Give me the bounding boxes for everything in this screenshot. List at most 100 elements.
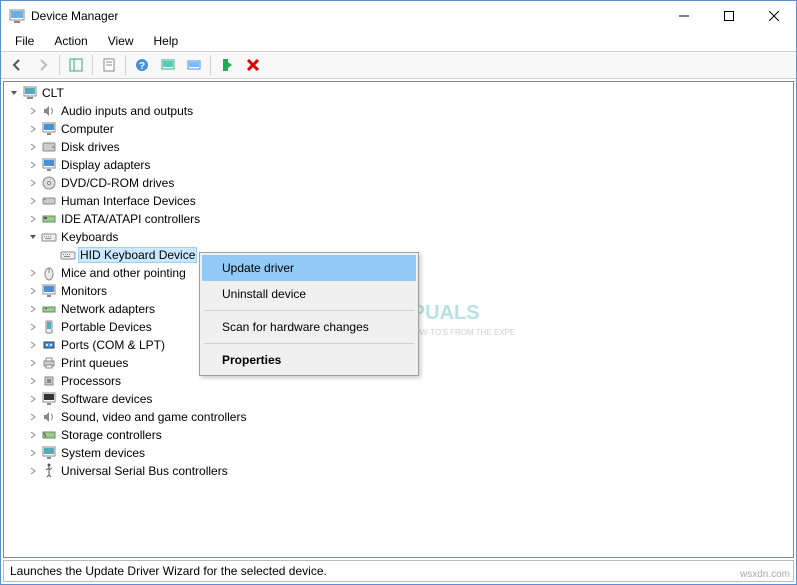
toolbar-separator <box>92 55 93 75</box>
device-category-icon <box>41 139 57 155</box>
tree-item[interactable]: DVD/CD-ROM drives <box>4 174 793 192</box>
device-category-icon <box>41 283 57 299</box>
maximize-button[interactable] <box>706 1 751 31</box>
context-menu-separator <box>204 343 414 344</box>
expand-arrow-icon[interactable] <box>27 195 39 207</box>
expand-arrow-icon[interactable] <box>46 249 58 261</box>
expand-arrow-icon[interactable] <box>27 213 39 225</box>
enable-device-button[interactable] <box>215 53 239 77</box>
ctx-uninstall-device[interactable]: Uninstall device <box>202 281 416 307</box>
toolbar: ? <box>1 51 796 79</box>
expand-arrow-icon[interactable] <box>27 177 39 189</box>
expand-arrow-icon[interactable] <box>27 159 39 171</box>
tree-item[interactable]: Computer <box>4 120 793 138</box>
tree-item[interactable]: Human Interface Devices <box>4 192 793 210</box>
expand-arrow-icon[interactable] <box>27 303 39 315</box>
tree-item-label: Sound, video and game controllers <box>61 410 246 424</box>
tree-item-label: Display adapters <box>61 158 150 172</box>
expand-arrow-icon[interactable] <box>27 231 39 243</box>
show-hide-console-tree-button[interactable] <box>64 53 88 77</box>
tree-item-label: Network adapters <box>61 302 155 316</box>
expand-arrow-icon[interactable] <box>27 411 39 423</box>
device-category-icon <box>60 247 76 263</box>
expand-arrow-icon[interactable] <box>27 141 39 153</box>
ctx-scan-hardware[interactable]: Scan for hardware changes <box>202 314 416 340</box>
expand-arrow-icon[interactable] <box>27 357 39 369</box>
back-button[interactable] <box>5 53 29 77</box>
window-title: Device Manager <box>31 9 661 23</box>
device-category-icon <box>41 427 57 443</box>
tree-item[interactable]: System devices <box>4 444 793 462</box>
tree-item-keyboards[interactable]: Keyboards <box>4 228 793 246</box>
expand-arrow-icon[interactable] <box>8 87 20 99</box>
device-manager-window: Device Manager File Action View Help ? <box>0 0 797 585</box>
tree-item-label: Ports (COM & LPT) <box>61 338 165 352</box>
statusbar: Launches the Update Driver Wizard for th… <box>3 560 794 582</box>
expand-arrow-icon[interactable] <box>27 123 39 135</box>
tree-item-label: Portable Devices <box>61 320 152 334</box>
scan-hardware-button[interactable] <box>156 53 180 77</box>
tree-item-label: CLT <box>42 86 64 100</box>
tree-item[interactable]: Audio inputs and outputs <box>4 102 793 120</box>
device-category-icon <box>41 445 57 461</box>
menu-file[interactable]: File <box>7 32 42 50</box>
expand-arrow-icon[interactable] <box>27 429 39 441</box>
expand-arrow-icon[interactable] <box>27 393 39 405</box>
minimize-button[interactable] <box>661 1 706 31</box>
tree-item-label: Mice and other pointing <box>61 266 186 280</box>
tree-item[interactable]: Storage controllers <box>4 426 793 444</box>
expand-arrow-icon[interactable] <box>27 339 39 351</box>
titlebar: Device Manager <box>1 1 796 31</box>
toolbar-separator <box>125 55 126 75</box>
device-category-icon <box>41 355 57 371</box>
tree-item-label: Software devices <box>61 392 152 406</box>
ctx-update-driver[interactable]: Update driver <box>202 255 416 281</box>
menu-help[interactable]: Help <box>146 32 187 50</box>
uninstall-device-button[interactable] <box>241 53 265 77</box>
expand-arrow-icon[interactable] <box>27 375 39 387</box>
tree-item-label: IDE ATA/ATAPI controllers <box>61 212 200 226</box>
toolbar-separator <box>210 55 211 75</box>
expand-arrow-icon[interactable] <box>27 267 39 279</box>
menu-view[interactable]: View <box>100 32 142 50</box>
context-menu: Update driver Uninstall device Scan for … <box>199 252 419 376</box>
expand-arrow-icon[interactable] <box>27 447 39 459</box>
properties-button[interactable] <box>97 53 121 77</box>
tree-item-label: Storage controllers <box>61 428 162 442</box>
tree-item-label: Keyboards <box>61 230 118 244</box>
status-text: Launches the Update Driver Wizard for th… <box>10 564 327 578</box>
forward-button[interactable] <box>31 53 55 77</box>
tree-item-label: DVD/CD-ROM drives <box>61 176 174 190</box>
tree-item-label: Print queues <box>61 356 128 370</box>
device-category-icon <box>41 211 57 227</box>
tree-item-label: HID Keyboard Device <box>78 247 197 263</box>
device-category-icon <box>41 157 57 173</box>
tree-item[interactable]: Software devices <box>4 390 793 408</box>
tree-item-label: Processors <box>61 374 121 388</box>
tree-item[interactable]: Sound, video and game controllers <box>4 408 793 426</box>
tree-item[interactable]: Disk drives <box>4 138 793 156</box>
tree-item-label: System devices <box>61 446 145 460</box>
help-button[interactable]: ? <box>130 53 154 77</box>
tree-item[interactable]: IDE ATA/ATAPI controllers <box>4 210 793 228</box>
device-category-icon <box>41 301 57 317</box>
tree-content-area: APPUALS TECH HOW-TO'S FROM THE EXPERTS! … <box>3 81 794 558</box>
app-icon <box>9 8 25 24</box>
close-button[interactable] <box>751 1 796 31</box>
expand-arrow-icon[interactable] <box>27 465 39 477</box>
device-category-icon <box>22 85 38 101</box>
tree-item[interactable]: Universal Serial Bus controllers <box>4 462 793 480</box>
expand-arrow-icon[interactable] <box>27 105 39 117</box>
tree-item[interactable]: Display adapters <box>4 156 793 174</box>
tree-item-label: Universal Serial Bus controllers <box>61 464 228 478</box>
update-driver-button[interactable] <box>182 53 206 77</box>
tree-item-label: Human Interface Devices <box>61 194 196 208</box>
context-menu-separator <box>204 310 414 311</box>
menu-action[interactable]: Action <box>46 32 95 50</box>
ctx-properties[interactable]: Properties <box>202 347 416 373</box>
device-category-icon <box>41 319 57 335</box>
tree-root[interactable]: CLT <box>4 84 793 102</box>
toolbar-separator <box>59 55 60 75</box>
expand-arrow-icon[interactable] <box>27 285 39 297</box>
expand-arrow-icon[interactable] <box>27 321 39 333</box>
